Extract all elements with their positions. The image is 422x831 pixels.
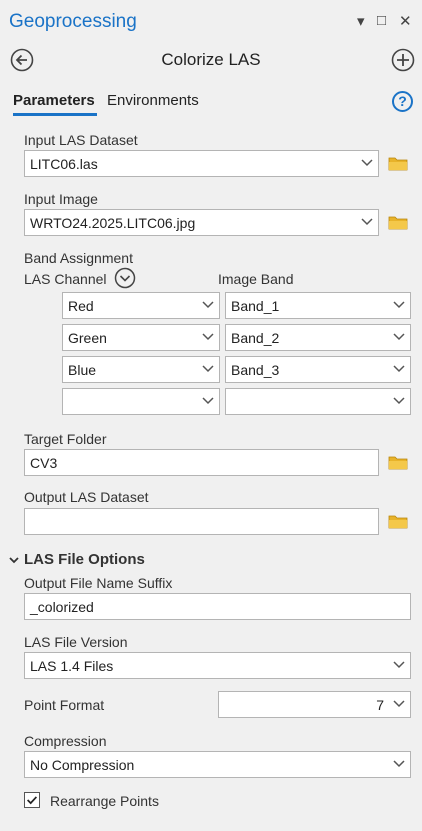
point-format-value: 7 bbox=[376, 697, 384, 713]
chevron-down-icon bbox=[202, 301, 214, 309]
input-image-label: Input Image bbox=[24, 191, 98, 207]
folder-icon[interactable] bbox=[388, 155, 408, 172]
chevron-down-icon bbox=[393, 365, 405, 373]
las-channel-dropdown-empty[interactable] bbox=[62, 388, 220, 415]
band-assignment-label: Band Assignment bbox=[24, 250, 133, 266]
chevron-down-icon bbox=[202, 365, 214, 373]
target-folder-value: CV3 bbox=[30, 455, 58, 471]
output-las-input[interactable] bbox=[24, 508, 379, 535]
tab-environments[interactable]: Environments bbox=[107, 92, 199, 109]
las-channel-header: LAS Channel bbox=[24, 271, 107, 287]
chevron-down-icon bbox=[361, 218, 373, 226]
las-channel-value: Green bbox=[68, 330, 107, 346]
suffix-input[interactable]: _colorized bbox=[24, 593, 411, 620]
folder-icon[interactable] bbox=[388, 454, 408, 471]
las-channel-dropdown[interactable]: Green bbox=[62, 324, 220, 351]
chevron-down-icon bbox=[361, 159, 373, 167]
chevron-down-icon bbox=[202, 397, 214, 405]
expand-chevron-icon[interactable] bbox=[114, 267, 136, 289]
image-band-dropdown[interactable]: Band_2 bbox=[225, 324, 411, 351]
input-image-dropdown[interactable]: WRTO24.2025.LITC06.jpg bbox=[24, 209, 379, 236]
target-folder-input[interactable]: CV3 bbox=[24, 449, 379, 476]
point-format-label: Point Format bbox=[24, 697, 105, 713]
image-band-value: Band_1 bbox=[231, 298, 280, 314]
las-version-dropdown[interactable]: LAS 1.4 Files bbox=[24, 652, 411, 679]
close-button[interactable]: ✕ bbox=[399, 12, 412, 30]
las-channel-value: Blue bbox=[68, 362, 97, 378]
chevron-down-icon bbox=[393, 397, 405, 405]
pane-title: Geoprocessing bbox=[9, 11, 137, 32]
las-version-label: LAS File Version bbox=[24, 634, 128, 650]
chevron-down-icon bbox=[393, 301, 405, 309]
input-image-value: WRTO24.2025.LITC06.jpg bbox=[30, 215, 196, 231]
suffix-label: Output File Name Suffix bbox=[24, 575, 173, 591]
collapse-chevron-icon[interactable] bbox=[8, 554, 20, 566]
las-channel-value: Red bbox=[68, 298, 94, 314]
checkmark-icon bbox=[27, 796, 38, 805]
compression-label: Compression bbox=[24, 733, 107, 749]
help-icon[interactable]: ? bbox=[392, 91, 413, 112]
compression-value: No Compression bbox=[30, 757, 135, 773]
las-version-value: LAS 1.4 Files bbox=[30, 658, 114, 674]
image-band-dropdown[interactable]: Band_3 bbox=[225, 356, 411, 383]
rearrange-points-checkbox[interactable] bbox=[24, 792, 40, 808]
output-las-label: Output LAS Dataset bbox=[24, 489, 149, 505]
chevron-down-icon bbox=[202, 333, 214, 341]
rearrange-points-label[interactable]: Rearrange Points bbox=[50, 793, 159, 809]
chevron-down-icon bbox=[393, 760, 405, 768]
chevron-down-icon bbox=[393, 661, 405, 669]
image-band-header: Image Band bbox=[218, 271, 294, 287]
chevron-down-icon bbox=[393, 700, 405, 708]
las-channel-dropdown[interactable]: Red bbox=[62, 292, 220, 319]
las-file-options-header[interactable]: LAS File Options bbox=[24, 551, 145, 568]
active-tab-indicator bbox=[13, 113, 97, 116]
maximize-button[interactable]: □ bbox=[377, 12, 386, 29]
compression-dropdown[interactable]: No Compression bbox=[24, 751, 411, 778]
image-band-dropdown-empty[interactable] bbox=[225, 388, 411, 415]
suffix-value: _colorized bbox=[30, 599, 94, 615]
las-channel-dropdown[interactable]: Blue bbox=[62, 356, 220, 383]
image-band-dropdown[interactable]: Band_1 bbox=[225, 292, 411, 319]
tool-title: Colorize LAS bbox=[161, 50, 261, 69]
input-las-value: LITC06.las bbox=[30, 156, 98, 172]
tab-parameters[interactable]: Parameters bbox=[13, 92, 95, 109]
input-las-label: Input LAS Dataset bbox=[24, 132, 138, 148]
add-plus-icon[interactable] bbox=[391, 48, 415, 72]
chevron-down-icon bbox=[393, 333, 405, 341]
input-las-dropdown[interactable]: LITC06.las bbox=[24, 150, 379, 177]
point-format-dropdown[interactable]: 7 bbox=[218, 691, 411, 718]
image-band-value: Band_2 bbox=[231, 330, 280, 346]
folder-icon[interactable] bbox=[388, 513, 408, 530]
folder-icon[interactable] bbox=[388, 214, 408, 231]
pane-options-button[interactable]: ▾ bbox=[357, 12, 365, 30]
image-band-value: Band_3 bbox=[231, 362, 280, 378]
target-folder-label: Target Folder bbox=[24, 431, 107, 447]
